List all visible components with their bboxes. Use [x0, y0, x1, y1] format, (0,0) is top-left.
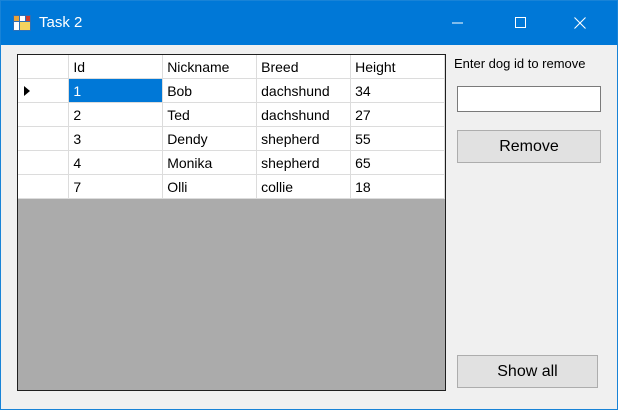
table-row[interactable]: 3 Dendy shepherd 55: [18, 126, 445, 151]
cell-id[interactable]: 2: [68, 102, 164, 127]
row-header[interactable]: [18, 150, 70, 175]
cell-breed[interactable]: dachshund: [256, 78, 352, 103]
close-icon: [574, 17, 586, 29]
cell-id[interactable]: 3: [68, 126, 164, 151]
cell-height[interactable]: 18: [350, 174, 445, 199]
cell-nickname[interactable]: Olli: [162, 174, 258, 199]
remove-id-label: Enter dog id to remove: [454, 56, 586, 71]
dogs-data-grid[interactable]: Id Nickname Breed Height 1 Bob dachshund…: [17, 54, 446, 391]
table-row[interactable]: 4 Monika shepherd 65: [18, 150, 445, 175]
cell-height[interactable]: 27: [350, 102, 445, 127]
row-header[interactable]: [18, 126, 70, 151]
table-row[interactable]: 1 Bob dachshund 34: [18, 78, 445, 103]
title-bar[interactable]: Task 2: [1, 1, 617, 45]
table-row[interactable]: 2 Ted dachshund 27: [18, 102, 445, 127]
maximize-icon: [515, 17, 526, 28]
remove-button[interactable]: Remove: [457, 130, 601, 163]
cell-nickname[interactable]: Dendy: [162, 126, 258, 151]
minimize-button[interactable]: [435, 1, 481, 45]
cell-height[interactable]: 55: [350, 126, 445, 151]
cell-id[interactable]: 4: [68, 150, 164, 175]
header-row: Id Nickname Breed Height: [18, 55, 445, 79]
dogs-table: Id Nickname Breed Height 1 Bob dachshund…: [18, 55, 445, 199]
table-row[interactable]: 7 Olli collie 18: [18, 174, 445, 199]
column-header-nickname[interactable]: Nickname: [162, 55, 258, 79]
app-icon: [13, 15, 31, 31]
cell-id[interactable]: 7: [68, 174, 164, 199]
window-title: Task 2: [39, 14, 83, 31]
show-all-button[interactable]: Show all: [457, 355, 598, 388]
cell-nickname[interactable]: Bob: [162, 78, 258, 103]
column-header-height[interactable]: Height: [350, 55, 445, 79]
cell-breed[interactable]: shepherd: [256, 126, 352, 151]
cell-height[interactable]: 34: [350, 78, 445, 103]
cell-breed[interactable]: dachshund: [256, 102, 352, 127]
dog-id-input[interactable]: [457, 86, 601, 112]
row-header[interactable]: [18, 102, 70, 127]
app-window: Task 2 Id Nickname Breed Height 1 Bob da…: [0, 0, 618, 410]
cell-id[interactable]: 1: [68, 78, 164, 103]
cell-height[interactable]: 65: [350, 150, 445, 175]
cell-nickname[interactable]: Ted: [162, 102, 258, 127]
cell-breed[interactable]: collie: [256, 174, 352, 199]
column-header-breed[interactable]: Breed: [256, 55, 352, 79]
current-row-arrow-icon: [24, 86, 30, 96]
cell-breed[interactable]: shepherd: [256, 150, 352, 175]
cell-nickname[interactable]: Monika: [162, 150, 258, 175]
close-button[interactable]: [557, 1, 603, 45]
row-header-corner[interactable]: [18, 55, 70, 79]
column-header-id[interactable]: Id: [68, 55, 164, 79]
row-header[interactable]: [18, 78, 70, 103]
row-header[interactable]: [18, 174, 70, 199]
minimize-icon: [452, 22, 463, 24]
maximize-button[interactable]: [498, 1, 544, 45]
